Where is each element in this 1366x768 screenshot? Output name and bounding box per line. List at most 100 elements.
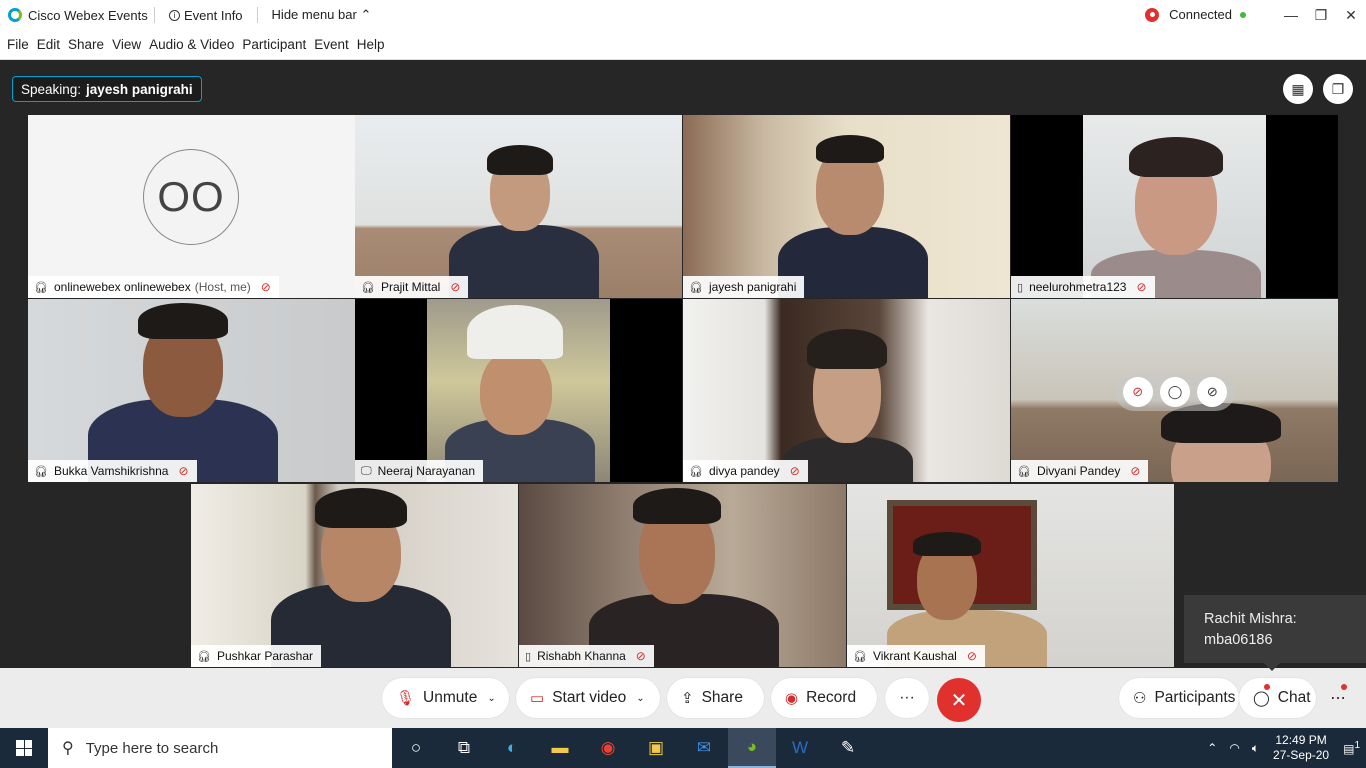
menu-participant[interactable]: Participant — [235, 37, 306, 52]
video-tile[interactable]: 🎧︎ Vikrant Kaushal ⊘ — [847, 484, 1174, 667]
menu-view[interactable]: View — [105, 37, 141, 52]
stop-video-icon[interactable]: ⊘ — [1197, 377, 1228, 407]
muted-mic-icon: ⊘ — [1136, 280, 1147, 294]
grid-view-button[interactable]: ▦ — [1283, 74, 1313, 104]
video-tile-active-speaker[interactable]: 🎧︎ jayesh panigrahi — [683, 115, 1010, 298]
wifi-icon[interactable]: ◠ — [1223, 741, 1245, 755]
system-tray: ⌃ ◠ 🔈︎ 12:49 PM 27-Sep-20 ▤1 — [1201, 728, 1366, 768]
menu-share[interactable]: Share — [61, 37, 104, 52]
menu-edit[interactable]: Edit — [30, 37, 60, 52]
menu-file[interactable]: File — [0, 37, 29, 52]
phone-icon: ▯ — [1017, 281, 1024, 294]
store-icon[interactable]: ▣ — [632, 728, 680, 768]
connection-status: Connected — [1145, 7, 1246, 22]
person-hair — [633, 488, 721, 524]
mute-participant-icon[interactable]: ⊘ — [1122, 377, 1153, 407]
minimize-icon[interactable]: — — [1276, 0, 1306, 30]
chevron-down-icon[interactable]: ⌄ — [487, 693, 495, 704]
person-icon: ⚇ — [1133, 690, 1147, 707]
participant-name-tag: ▯ Rishabh Khanna ⊘ — [519, 645, 654, 667]
muted-mic-icon: ⊘ — [635, 649, 646, 663]
share-icon: ⇪ — [681, 690, 694, 707]
status-dot-icon — [1240, 11, 1246, 18]
video-tile[interactable]: ▯ Rishabh Khanna ⊘ — [519, 484, 846, 667]
video-tile[interactable]: 🎧︎ Bukka Vamshikrishna ⊘ — [28, 299, 355, 482]
person-head — [480, 349, 552, 435]
headset-icon: 🎧︎ — [197, 650, 211, 663]
share-button[interactable]: ⇪ Share — [667, 678, 764, 718]
computer-audio-icon: 🖵︎ — [361, 464, 372, 477]
chevron-up-icon: ⌃ — [360, 7, 372, 22]
speaking-indicator: Speaking: jayesh panigrahi — [12, 76, 202, 102]
headset-icon: 🎧︎ — [1017, 465, 1031, 478]
video-tile[interactable]: 🎧︎ Prajit Mittal ⊘ — [355, 115, 682, 298]
video-off-icon: ▭ — [530, 690, 545, 707]
chat-icon: ◯ — [1253, 690, 1270, 707]
chevron-down-icon[interactable]: ⌄ — [636, 693, 644, 704]
task-view-icon[interactable]: ⧉ — [440, 728, 488, 768]
hide-menu-bar-button[interactable]: Hide menu bar ⌃ — [264, 7, 380, 23]
start-video-button[interactable]: ▭ Start video ⌄ — [516, 678, 660, 718]
mail-icon[interactable]: ✉ — [680, 728, 728, 768]
recording-indicator-icon — [1145, 7, 1160, 22]
person-hair — [913, 532, 981, 556]
participants-button[interactable]: ⚇ Participants — [1119, 678, 1239, 718]
clock[interactable]: 12:49 PM 27-Sep-20 — [1265, 733, 1337, 763]
more-options-button[interactable]: ··· — [885, 678, 929, 718]
overflow-badge — [1341, 684, 1347, 690]
chat-button[interactable]: ◯ Chat — [1239, 678, 1316, 718]
event-info-button[interactable]: i Event Info — [161, 8, 251, 23]
muted-mic-icon: ⊘ — [966, 649, 977, 663]
headset-icon: 🎧︎ — [361, 281, 375, 294]
menu-audio-video[interactable]: Audio & Video — [142, 37, 234, 52]
video-tile[interactable]: OO 🎧︎ onlinewebex onlinewebex (Host, me)… — [28, 115, 355, 298]
participant-name-tag: 🎧︎ Vikrant Kaushal ⊘ — [847, 645, 985, 667]
leave-meeting-button[interactable]: ✕ — [937, 678, 981, 722]
participant-name-tag: 🎧︎ onlinewebex onlinewebex (Host, me) ⊘ — [28, 276, 279, 298]
video-tile[interactable]: 🎧︎ Pushkar Parashar — [191, 484, 518, 667]
chat-bubble-icon[interactable]: ◯ — [1159, 377, 1190, 407]
person-hair — [807, 329, 887, 369]
chat-notification-popup[interactable]: Rachit Mishra: mba06186 — [1184, 595, 1366, 671]
notification-center-icon[interactable]: ▤1 — [1337, 740, 1366, 756]
windows-logo-icon — [16, 740, 32, 756]
restore-icon[interactable]: ❐ — [1306, 0, 1336, 30]
cortana-icon[interactable]: ○ — [392, 728, 440, 768]
menu-event[interactable]: Event — [307, 37, 349, 52]
chat-unread-badge — [1264, 684, 1270, 690]
chevron-up-icon[interactable]: ⌃ — [1201, 741, 1223, 755]
menu-help[interactable]: Help — [350, 37, 385, 52]
avatar: OO — [143, 149, 239, 245]
muted-mic-icon: ⊘ — [1130, 464, 1141, 478]
phone-icon: ▯ — [525, 650, 532, 663]
close-icon: ✕ — [950, 689, 968, 712]
video-tile[interactable]: 🎧︎ divya pandey ⊘ — [683, 299, 1010, 482]
webex-logo-icon — [8, 8, 22, 22]
overflow-button[interactable]: ⋯ — [1318, 678, 1358, 718]
windows-taskbar: ⚲ Type here to search ○ ⧉ ◐ ▬ ◉ ▣ ✉ ◕ W … — [0, 728, 1366, 768]
info-icon: i — [169, 9, 180, 21]
tile-hover-controls: ⊘ ◯ ⊘ — [1115, 373, 1235, 411]
grid-icon: ▦ — [1291, 80, 1305, 97]
paint-icon[interactable]: ✎ — [824, 728, 872, 768]
layout-button[interactable]: ❐ — [1323, 74, 1353, 104]
video-tile[interactable]: ⊘ ◯ ⊘ 🎧︎ Divyani Pandey ⊘ — [1011, 299, 1338, 482]
participant-name-tag: 🎧︎ Prajit Mittal ⊘ — [355, 276, 469, 298]
record-button[interactable]: ◉ Record — [771, 678, 877, 718]
title-bar: Cisco Webex Events i Event Info Hide men… — [0, 0, 1366, 30]
participant-name-tag: 🎧︎ jayesh panigrahi — [683, 276, 805, 298]
video-tile[interactable]: 🖵︎ Neeraj Narayanan — [355, 299, 682, 482]
word-icon[interactable]: W — [776, 728, 824, 768]
volume-icon[interactable]: 🔈︎ — [1246, 741, 1265, 756]
unmute-button[interactable]: 🎙︎ Unmute ⌄ — [382, 678, 509, 718]
video-tile[interactable]: ▯ neelurohmetra123 ⊘ — [1011, 115, 1338, 298]
file-explorer-icon[interactable]: ▬ — [536, 728, 584, 768]
close-icon[interactable]: ✕ — [1336, 0, 1366, 30]
record-icon: ◉ — [785, 690, 799, 707]
webex-taskbar-icon[interactable]: ◕ — [728, 728, 776, 768]
taskbar-search[interactable]: ⚲ Type here to search — [48, 728, 392, 768]
edge-icon[interactable]: ◐ — [488, 728, 536, 768]
muted-mic-icon: 🎙︎ — [396, 690, 416, 707]
chrome-icon[interactable]: ◉ — [584, 728, 632, 768]
start-button[interactable] — [0, 728, 48, 768]
